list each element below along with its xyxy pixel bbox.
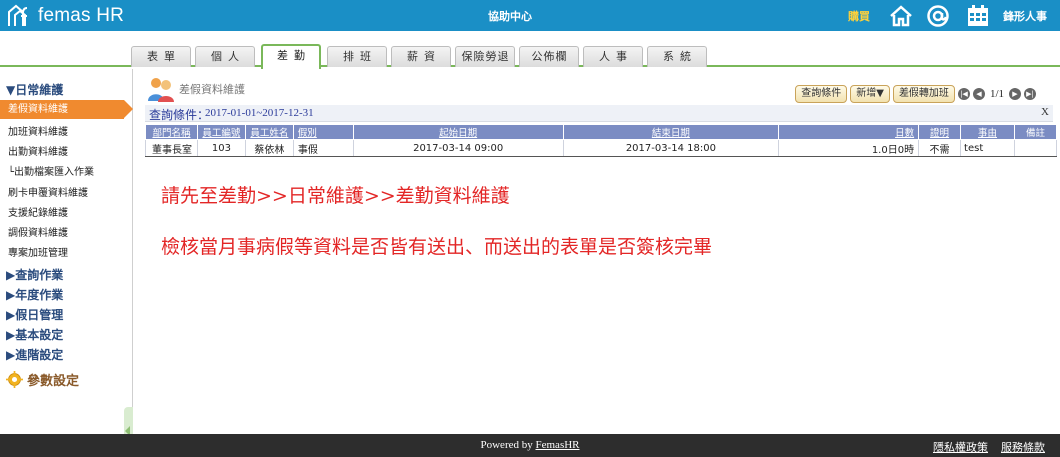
col-start-date[interactable]: 起始日期 (352, 124, 564, 140)
sidebar-section-query[interactable]: ▶查詢作業 (6, 266, 63, 283)
close-icon[interactable]: X (1041, 106, 1049, 118)
sidebar-item-overtime-maintenance[interactable]: 加班資料維護 (8, 123, 68, 138)
app-header: femas HR 協助中心 購買 鋒形人事 (0, 0, 1060, 31)
users-icon (148, 78, 174, 102)
gear-icon (6, 371, 23, 388)
col-days[interactable]: 日數 (778, 124, 920, 140)
sidebar-param-settings[interactable]: 參數設定 (6, 370, 79, 389)
add-button[interactable]: 新增▼ (850, 85, 890, 103)
footer: Powered by FemasHR 隱私權政策 服務條款 (0, 434, 1060, 457)
col-proof[interactable]: 證明 (918, 124, 962, 140)
cell-reason: test (960, 139, 1015, 157)
query-bar: 查詢條件： 2017-01-01~2017-12-31 X (145, 105, 1053, 122)
col-emp-name[interactable]: 員工姓名 (244, 124, 294, 140)
table-row[interactable]: 董事長室 103 蔡依林 事假 2017-03-14 09:00 2017-03… (145, 139, 1058, 157)
cell-dept: 董事長室 (145, 139, 198, 157)
tab-bulletin[interactable]: 公佈欄 (519, 46, 579, 67)
calendar-icon[interactable] (966, 4, 990, 28)
sidebar-section-advanced-settings[interactable]: ▶進階設定 (6, 346, 63, 363)
sidebar-section-daily[interactable]: ▼日常維護 (6, 81, 63, 98)
leave-table: 部門名稱 員工編號 員工姓名 假別 起始日期 結束日期 日數 證明 事由 備註 … (145, 124, 1058, 157)
col-leave-type[interactable]: 假別 (292, 124, 354, 140)
sidebar-item-attendance-maintenance[interactable]: 出勤資料維護 (8, 143, 68, 158)
col-remark: 備註 (1013, 124, 1058, 140)
powered-prefix: Powered by (480, 439, 536, 451)
femas-logo[interactable]: femas HR (6, 3, 124, 29)
sidebar-item-leave-maintenance[interactable]: 差假資料維護 (0, 100, 133, 119)
cell-proof: 不需 (918, 139, 962, 157)
cell-end-date: 2017-03-14 18:00 (562, 139, 780, 157)
col-dept[interactable]: 部門名稱 (145, 124, 198, 140)
notice-line-2: 檢核當月事病假等資料是否皆有送出、而送出的表單是否簽核完畢 (161, 236, 713, 258)
sidebar-item-attendance-import[interactable]: └出勤檔案匯入作業 (8, 163, 94, 178)
tab-forms[interactable]: 表單 (131, 46, 191, 67)
privacy-policy-link[interactable]: 隱私權政策 (933, 439, 988, 455)
cell-emp-id: 103 (196, 139, 246, 157)
at-icon[interactable] (926, 4, 950, 28)
first-page-icon[interactable]: |◀ (957, 88, 970, 100)
col-reason[interactable]: 事由 (960, 124, 1015, 140)
notice-line-1: 請先至差勤>>日常維護>>差勤資料維護 (161, 185, 510, 207)
page-title-text: 差假資料維護 (179, 83, 245, 96)
cell-remark (1013, 139, 1058, 157)
buy-link[interactable]: 購買 (848, 8, 870, 24)
sidebar: ▼日常維護 差假資料維護 加班資料維護 出勤資料維護 └出勤檔案匯入作業 刷卡申… (0, 69, 133, 455)
cell-emp-name: 蔡依林 (244, 139, 294, 157)
tab-system[interactable]: 系統 (647, 46, 707, 67)
tab-personal[interactable]: 個人 (195, 46, 255, 67)
sidebar-item-support-record[interactable]: 支援紀錄維護 (8, 204, 68, 219)
tab-insurance[interactable]: 保險勞退 (455, 46, 515, 67)
sidebar-item-leave-adjust[interactable]: 調假資料維護 (8, 224, 68, 239)
main-content: 差假資料維護 查詢條件 新增▼ 差假轉加班 |◀ ◀ 1/1 ▶ ▶| 查詢條件… (133, 69, 1060, 434)
powered-by: Powered by FemasHR (0, 439, 1060, 451)
next-page-icon[interactable]: ▶ (1009, 88, 1021, 100)
page-title: 差假資料維護 (147, 75, 245, 103)
logo-icon (8, 4, 28, 26)
pager-text: 1/1 (989, 88, 1004, 100)
tab-attendance[interactable]: 差勤 (261, 44, 321, 69)
sidebar-item-project-overtime[interactable]: 專案加班管理 (8, 244, 68, 259)
cell-leave-type: 事假 (292, 139, 354, 157)
company-name[interactable]: 鋒形人事 (1003, 8, 1047, 24)
col-end-date[interactable]: 結束日期 (562, 124, 780, 140)
home-icon[interactable] (889, 4, 913, 28)
sidebar-section-basic-settings[interactable]: ▶基本設定 (6, 326, 63, 343)
table-header-row: 部門名稱 員工編號 員工姓名 假別 起始日期 結束日期 日數 證明 事由 備註 (145, 124, 1058, 140)
help-center-link[interactable]: 協助中心 (440, 8, 580, 24)
query-value: 2017-01-01~2017-12-31 (205, 107, 314, 119)
tab-payroll[interactable]: 薪資 (391, 46, 451, 67)
prev-page-icon[interactable]: ◀ (972, 88, 985, 100)
toolbar: 查詢條件 新增▼ 差假轉加班 |◀ ◀ 1/1 ▶ ▶| (795, 85, 1036, 103)
query-condition-button[interactable]: 查詢條件 (795, 85, 848, 103)
cell-days: 1.0日0時 (778, 139, 920, 157)
main-menu: 表單 個人 差勤 排班 薪資 保險勞退 公佈欄 人事 系統 (0, 31, 1060, 69)
tab-scheduling[interactable]: 排班 (327, 46, 387, 67)
sidebar-item-punch-appeal[interactable]: 刷卡申覆資料維護 (8, 184, 88, 199)
sidebar-section-holiday[interactable]: ▶假日管理 (6, 306, 63, 323)
tab-hr[interactable]: 人事 (583, 46, 643, 67)
last-page-icon[interactable]: ▶| (1024, 88, 1036, 100)
logo-text: femas HR (38, 5, 125, 26)
cell-start-date: 2017-03-14 09:00 (352, 139, 564, 157)
leave-to-overtime-button[interactable]: 差假轉加班 (892, 85, 955, 103)
col-emp-id[interactable]: 員工編號 (196, 124, 246, 140)
query-label: 查詢條件： (149, 108, 210, 122)
sidebar-section-annual[interactable]: ▶年度作業 (6, 286, 63, 303)
terms-link[interactable]: 服務條款 (1001, 439, 1045, 455)
param-settings-label: 參數設定 (27, 374, 80, 389)
femashr-link[interactable]: FemasHR (536, 439, 580, 451)
